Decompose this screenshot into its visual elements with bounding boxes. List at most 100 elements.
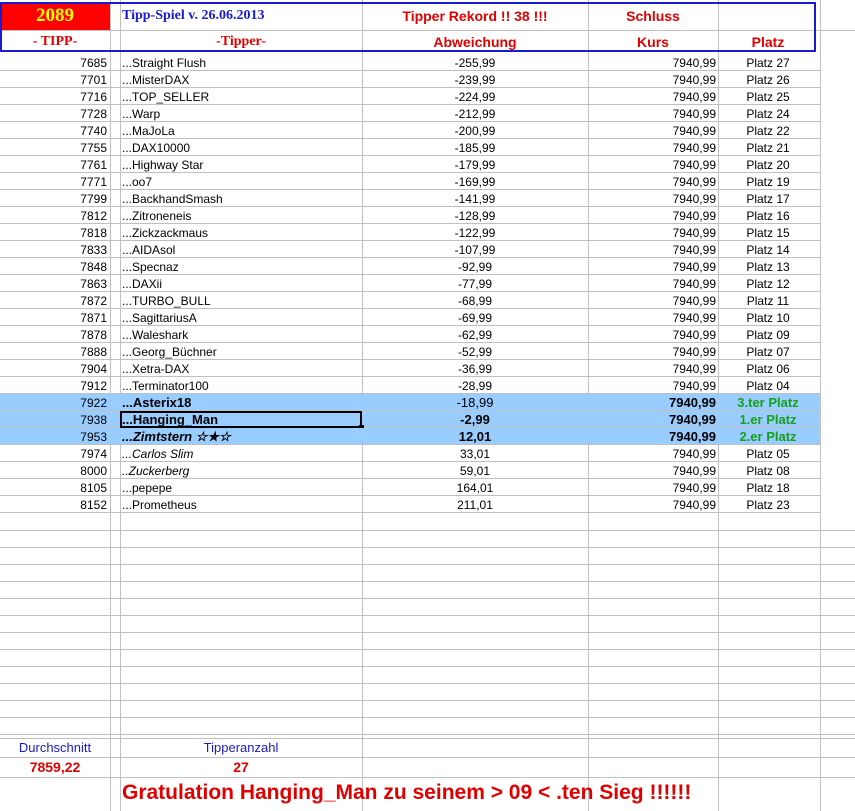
kurs-cell[interactable]: 7940,99 bbox=[588, 411, 716, 428]
tipper-cell[interactable]: ..Zuckerberg bbox=[122, 462, 360, 479]
abweichung-cell[interactable]: -52,99 bbox=[362, 343, 588, 360]
abweichung-cell[interactable]: -36,99 bbox=[362, 360, 588, 377]
kurs-cell[interactable]: 7940,99 bbox=[588, 105, 716, 122]
platz-cell[interactable]: Platz 08 bbox=[718, 462, 818, 479]
platz-cell[interactable]: Platz 07 bbox=[718, 343, 818, 360]
kurs-cell[interactable]: 7940,99 bbox=[588, 207, 716, 224]
tipp-cell[interactable]: 7863 bbox=[0, 275, 107, 292]
avg-value[interactable]: 7859,22 bbox=[0, 757, 110, 777]
platz-cell[interactable]: Platz 14 bbox=[718, 241, 818, 258]
abweichung-cell[interactable]: -212,99 bbox=[362, 105, 588, 122]
tipp-cell[interactable]: 7888 bbox=[0, 343, 107, 360]
tipper-cell[interactable]: ...TOP_SELLER bbox=[122, 88, 360, 105]
tipp-cell[interactable]: 8105 bbox=[0, 479, 107, 496]
kurs-cell[interactable]: 7940,99 bbox=[588, 122, 716, 139]
abweichung-cell[interactable]: -2,99 bbox=[362, 411, 588, 428]
kurs-cell[interactable]: 7940,99 bbox=[588, 139, 716, 156]
platz-cell[interactable]: Platz 20 bbox=[718, 156, 818, 173]
platz-cell[interactable]: 1.er Platz bbox=[718, 411, 818, 428]
avg-label[interactable]: Durchschnitt bbox=[0, 738, 110, 757]
abweichung-cell[interactable]: -169,99 bbox=[362, 173, 588, 190]
tipp-cell[interactable]: 7716 bbox=[0, 88, 107, 105]
kurs-cell[interactable]: 7940,99 bbox=[588, 241, 716, 258]
platz-cell[interactable]: Platz 26 bbox=[718, 71, 818, 88]
abweichung-cell[interactable]: -122,99 bbox=[362, 224, 588, 241]
tipp-cell[interactable]: 7904 bbox=[0, 360, 107, 377]
kurs-cell[interactable]: 7940,99 bbox=[588, 309, 716, 326]
tipp-cell[interactable]: 8000 bbox=[0, 462, 107, 479]
tipper-cell[interactable]: ...BackhandSmash bbox=[122, 190, 360, 207]
count-value[interactable]: 27 bbox=[120, 757, 362, 777]
platz-cell[interactable]: Platz 27 bbox=[718, 54, 818, 71]
abweichung-cell[interactable]: -77,99 bbox=[362, 275, 588, 292]
platz-cell[interactable]: Platz 12 bbox=[718, 275, 818, 292]
kurs-cell[interactable]: 7940,99 bbox=[588, 377, 716, 394]
tipper-cell[interactable]: ...Carlos Slim bbox=[122, 445, 360, 462]
kurs-cell[interactable]: 7940,99 bbox=[588, 292, 716, 309]
kurs-cell[interactable]: 7940,99 bbox=[588, 360, 716, 377]
platz-cell[interactable]: Platz 04 bbox=[718, 377, 818, 394]
tipper-cell[interactable]: ...SagittariusA bbox=[122, 309, 360, 326]
kurs-cell[interactable]: 7940,99 bbox=[588, 156, 716, 173]
kurs-cell[interactable]: 7940,99 bbox=[588, 428, 716, 445]
tipp-cell[interactable]: 7922 bbox=[0, 394, 107, 411]
platz-cell[interactable]: Platz 25 bbox=[718, 88, 818, 105]
kurs-cell[interactable]: 7940,99 bbox=[588, 224, 716, 241]
tipp-cell[interactable]: 7938 bbox=[0, 411, 107, 428]
tipp-cell[interactable]: 7812 bbox=[0, 207, 107, 224]
platz-cell[interactable]: 3.ter Platz bbox=[718, 394, 818, 411]
tipp-cell[interactable]: 7755 bbox=[0, 139, 107, 156]
kurs-cell[interactable]: 7940,99 bbox=[588, 394, 716, 411]
tipp-cell[interactable]: 7872 bbox=[0, 292, 107, 309]
tipper-cell[interactable]: ...Zimtstern ☆★☆ bbox=[122, 428, 360, 445]
tipper-cell[interactable]: ...Terminator100 bbox=[122, 377, 360, 394]
tipp-cell[interactable]: 7740 bbox=[0, 122, 107, 139]
platz-cell[interactable]: Platz 19 bbox=[718, 173, 818, 190]
tipper-cell[interactable]: ...DAX10000 bbox=[122, 139, 360, 156]
tipper-cell[interactable]: ...DAXii bbox=[122, 275, 360, 292]
kurs-cell[interactable]: 7940,99 bbox=[588, 445, 716, 462]
abweichung-cell[interactable]: -18,99 bbox=[362, 394, 588, 411]
platz-cell[interactable]: Platz 21 bbox=[718, 139, 818, 156]
abweichung-cell[interactable]: -141,99 bbox=[362, 190, 588, 207]
abweichung-cell[interactable]: -107,99 bbox=[362, 241, 588, 258]
abweichung-cell[interactable]: -92,99 bbox=[362, 258, 588, 275]
tipper-cell[interactable]: ...AIDAsol bbox=[122, 241, 360, 258]
abweichung-cell[interactable]: -239,99 bbox=[362, 71, 588, 88]
tipper-cell[interactable]: ...Specnaz bbox=[122, 258, 360, 275]
kurs-cell[interactable]: 7940,99 bbox=[588, 479, 716, 496]
tipp-cell[interactable]: 7761 bbox=[0, 156, 107, 173]
abweichung-cell[interactable]: 59,01 bbox=[362, 462, 588, 479]
platz-cell[interactable]: Platz 16 bbox=[718, 207, 818, 224]
abweichung-cell[interactable]: 12,01 bbox=[362, 428, 588, 445]
abweichung-cell[interactable]: 33,01 bbox=[362, 445, 588, 462]
platz-cell[interactable]: Platz 09 bbox=[718, 326, 818, 343]
platz-cell[interactable]: Platz 13 bbox=[718, 258, 818, 275]
platz-cell[interactable]: Platz 18 bbox=[718, 479, 818, 496]
platz-cell[interactable]: 2.er Platz bbox=[718, 428, 818, 445]
abweichung-cell[interactable]: -28,99 bbox=[362, 377, 588, 394]
kurs-cell[interactable]: 7940,99 bbox=[588, 190, 716, 207]
abweichung-cell[interactable]: 164,01 bbox=[362, 479, 588, 496]
platz-cell[interactable]: Platz 23 bbox=[718, 496, 818, 513]
abweichung-cell[interactable]: -224,99 bbox=[362, 88, 588, 105]
kurs-cell[interactable]: 7940,99 bbox=[588, 496, 716, 513]
platz-cell[interactable]: Platz 22 bbox=[718, 122, 818, 139]
abweichung-cell[interactable]: 211,01 bbox=[362, 496, 588, 513]
abweichung-cell[interactable]: -128,99 bbox=[362, 207, 588, 224]
tipper-cell[interactable]: ...Highway Star bbox=[122, 156, 360, 173]
tipper-cell[interactable]: ...Xetra-DAX bbox=[122, 360, 360, 377]
tipp-cell[interactable]: 7833 bbox=[0, 241, 107, 258]
tipper-cell[interactable]: ...Zitroneneis bbox=[122, 207, 360, 224]
platz-cell[interactable]: Platz 10 bbox=[718, 309, 818, 326]
tipper-cell[interactable]: ...MisterDAX bbox=[122, 71, 360, 88]
kurs-cell[interactable]: 7940,99 bbox=[588, 173, 716, 190]
count-label[interactable]: Tipperanzahl bbox=[120, 738, 362, 757]
tipp-cell[interactable]: 7848 bbox=[0, 258, 107, 275]
tipp-cell[interactable]: 7771 bbox=[0, 173, 107, 190]
kurs-cell[interactable]: 7940,99 bbox=[588, 343, 716, 360]
tipper-cell[interactable]: ...Waleshark bbox=[122, 326, 360, 343]
tipper-cell[interactable]: ...Warp bbox=[122, 105, 360, 122]
tipp-cell[interactable]: 7871 bbox=[0, 309, 107, 326]
abweichung-cell[interactable]: -185,99 bbox=[362, 139, 588, 156]
